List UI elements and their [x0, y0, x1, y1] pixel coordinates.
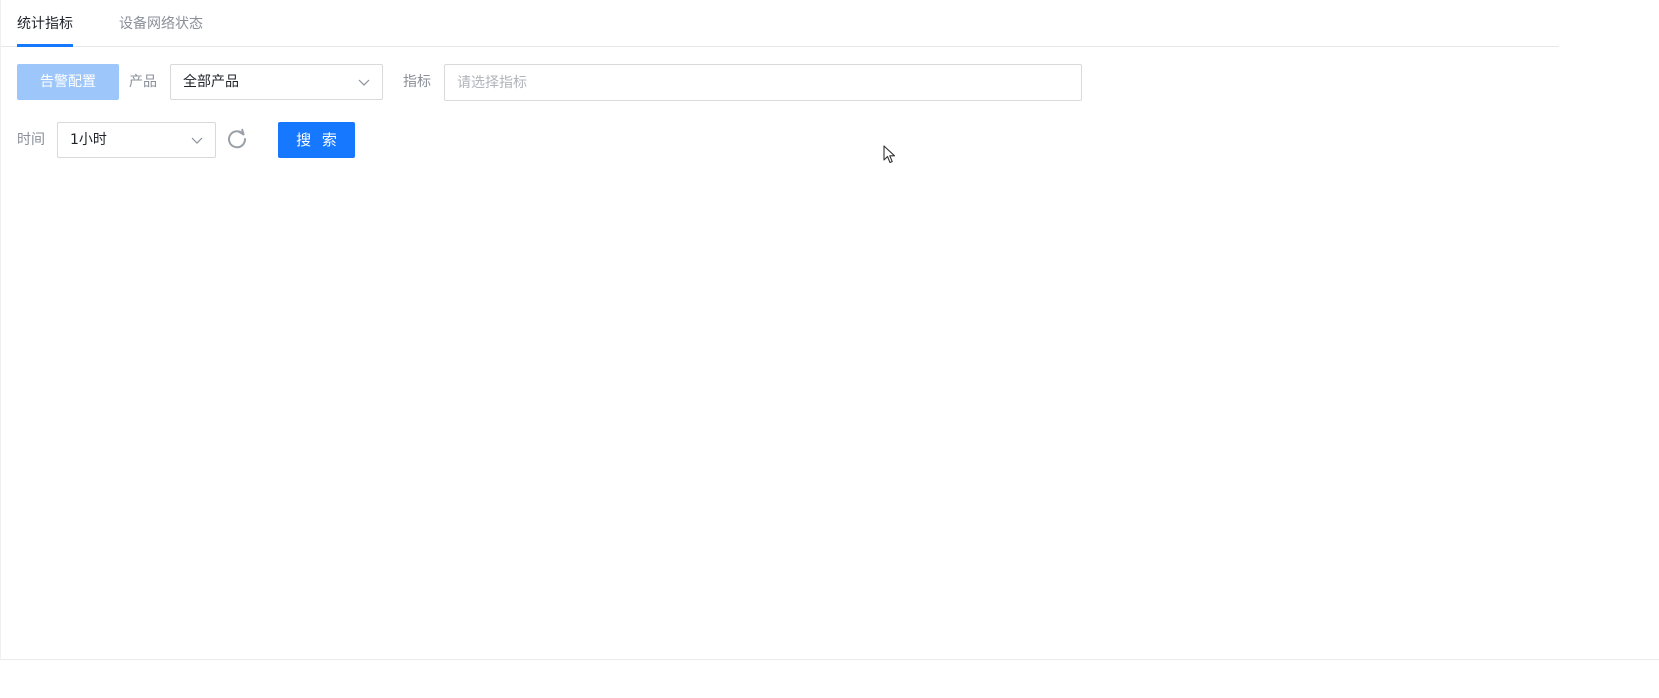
- product-select[interactable]: 全部产品: [170, 64, 383, 100]
- tab-device-network-status[interactable]: 设备网络状态: [119, 14, 203, 47]
- metric-label: 指标: [403, 74, 431, 90]
- chevron-down-icon: [358, 79, 370, 86]
- main-panel: 统计指标 设备网络状态 告警配置 产品 全部产品 指标 时间 1小时 搜 索: [0, 0, 1659, 660]
- search-button[interactable]: 搜 索: [278, 122, 355, 158]
- metric-input[interactable]: [444, 64, 1082, 101]
- product-label: 产品: [129, 74, 157, 90]
- time-select[interactable]: 1小时: [57, 122, 216, 158]
- refresh-icon[interactable]: [226, 128, 248, 150]
- product-select-value: 全部产品: [183, 74, 239, 90]
- chevron-down-icon: [191, 137, 203, 144]
- alarm-config-button[interactable]: 告警配置: [17, 64, 119, 100]
- time-select-value: 1小时: [70, 132, 107, 148]
- time-label: 时间: [17, 132, 45, 148]
- tab-statistics[interactable]: 统计指标: [17, 14, 73, 47]
- mouse-pointer-icon: [883, 145, 896, 164]
- tab-bar: 统计指标 设备网络状态: [1, 0, 1559, 47]
